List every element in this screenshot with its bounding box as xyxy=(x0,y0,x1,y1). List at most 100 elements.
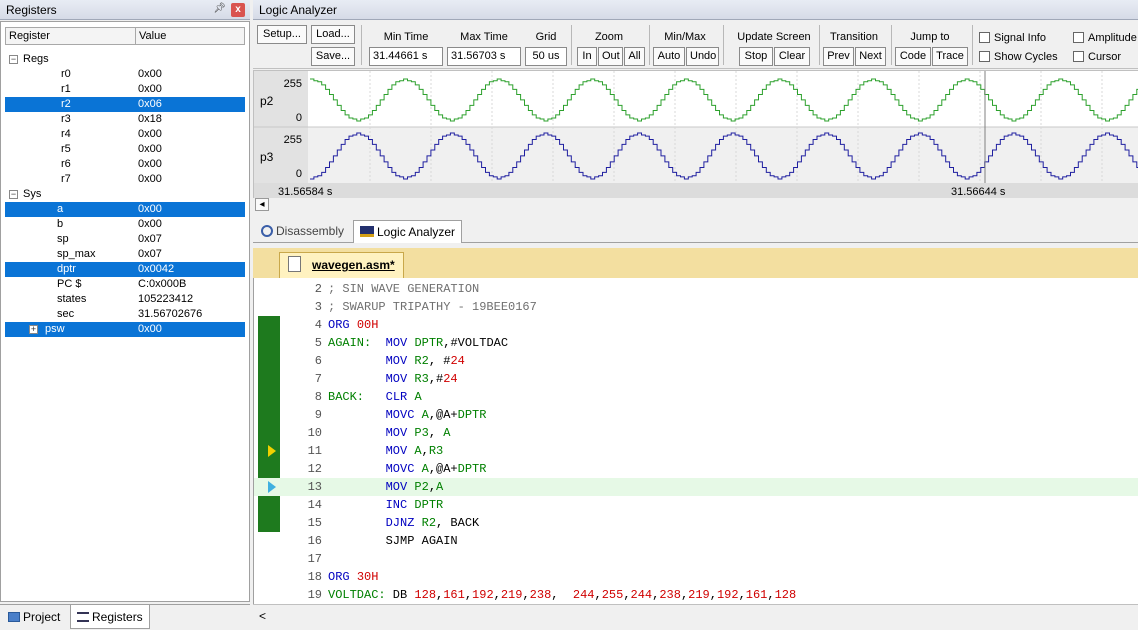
code-line[interactable]: 15 DJNZ R2, BACK xyxy=(254,514,1138,532)
code-line[interactable]: 12 MOVC A,@A+DPTR xyxy=(254,460,1138,478)
register-value[interactable]: 0x00 xyxy=(138,157,162,172)
register-value[interactable]: 0x07 xyxy=(138,232,162,247)
save-button[interactable]: Save... xyxy=(311,47,355,66)
code-text: DJNZ R2, BACK xyxy=(328,514,480,532)
prev-button[interactable]: Prev xyxy=(823,47,854,66)
amplitude-checkbox[interactable]: Amplitude xyxy=(1073,32,1137,44)
code-button[interactable]: Code xyxy=(895,47,931,66)
register-row-r4[interactable]: r4 0x00 xyxy=(5,127,245,142)
tab-registers[interactable]: Registers xyxy=(70,605,150,629)
register-row-pc[interactable]: PC $ C:0x000B xyxy=(5,277,245,292)
register-name: states xyxy=(57,293,87,305)
register-row-r0[interactable]: r0 0x00 xyxy=(5,67,245,82)
register-row-states[interactable]: states 105223412 xyxy=(5,292,245,307)
register-row-spmax[interactable]: sp_max 0x07 xyxy=(5,247,245,262)
pin-icon[interactable]: 📌︎ xyxy=(213,3,226,14)
stop-button[interactable]: Stop xyxy=(739,47,773,66)
cursor-checkbox[interactable]: Cursor xyxy=(1073,51,1121,63)
register-value[interactable]: 105223412 xyxy=(138,292,193,307)
register-row-r3[interactable]: r3 0x18 xyxy=(5,112,245,127)
file-tab-wavegen[interactable]: wavegen.asm* xyxy=(279,252,404,278)
code-line[interactable]: 9 MOVC A,@A+DPTR xyxy=(254,406,1138,424)
zoom-in-button[interactable]: In xyxy=(577,47,597,66)
register-value[interactable]: C:0x000B xyxy=(138,277,186,292)
register-row-r2[interactable]: r2 0x06 xyxy=(5,97,245,112)
separator xyxy=(649,25,650,65)
register-value[interactable]: 0x00 xyxy=(138,172,162,187)
signal-info-checkbox[interactable]: Signal Info xyxy=(979,32,1046,44)
trace-button[interactable]: Trace xyxy=(932,47,968,66)
code-line[interactable]: 17 xyxy=(254,550,1138,568)
column-register[interactable]: Register xyxy=(6,28,136,44)
editor-horizontal-scrollbar[interactable]: < xyxy=(253,604,1138,628)
setup-button[interactable]: Setup... xyxy=(257,25,307,44)
register-value[interactable]: 0x00 xyxy=(138,142,162,157)
code-line[interactable]: 2 ; SIN WAVE GENERATION xyxy=(254,280,1138,298)
register-row-r5[interactable]: r5 0x00 xyxy=(5,142,245,157)
waveform-scrollbar[interactable]: ◂ xyxy=(253,198,1138,212)
register-value[interactable]: 0x00 xyxy=(138,322,162,337)
register-value[interactable]: 31.56702676 xyxy=(138,307,202,322)
line-number: 18 xyxy=(307,570,322,584)
zoom-all-button[interactable]: All xyxy=(624,47,645,66)
register-value[interactable]: 0x00 xyxy=(138,127,162,142)
register-row-r6[interactable]: r6 0x00 xyxy=(5,157,245,172)
scroll-left-icon[interactable]: ◂ xyxy=(255,198,269,211)
collapse-icon[interactable]: − xyxy=(9,190,18,199)
code-line[interactable]: 6 MOV R2, #24 xyxy=(254,352,1138,370)
code-line[interactable]: 4 ORG 00H xyxy=(254,316,1138,334)
column-value[interactable]: Value xyxy=(136,28,242,44)
register-value[interactable]: 0x00 xyxy=(138,82,162,97)
register-value[interactable]: 0x18 xyxy=(138,112,162,127)
tab-disassembly[interactable]: Disassembly xyxy=(255,220,350,243)
waveform-canvas[interactable]: p2 255 0 p3 255 0 31.56584 s 31.56644 s xyxy=(254,71,1138,199)
register-row-sp[interactable]: sp 0x07 xyxy=(5,232,245,247)
undo-button[interactable]: Undo xyxy=(686,47,719,66)
code-line[interactable]: 14 INC DPTR xyxy=(254,496,1138,514)
register-value[interactable]: 0x00 xyxy=(138,202,162,217)
expand-icon[interactable]: + xyxy=(29,325,38,334)
tab-logic-analyzer[interactable]: Logic Analyzer xyxy=(353,220,463,243)
show-cycles-checkbox[interactable]: Show Cycles xyxy=(979,51,1058,63)
register-value[interactable]: 0x00 xyxy=(138,217,162,232)
tree-group-sys[interactable]: − Sys xyxy=(5,187,245,202)
registers-header: Register Value xyxy=(5,27,245,45)
code-token: 161 xyxy=(745,588,768,602)
clear-button[interactable]: Clear xyxy=(774,47,810,66)
waveform-area[interactable]: p2 255 0 p3 255 0 31.56584 s 31.56644 s xyxy=(253,70,1138,199)
register-value[interactable]: 0x0042 xyxy=(138,262,174,277)
register-name: psw xyxy=(45,323,65,335)
register-value[interactable]: 0x06 xyxy=(138,97,162,112)
code-line[interactable]: 5 AGAIN: MOV DPTR,#VOLTDAC xyxy=(254,334,1138,352)
code-line[interactable]: 8 BACK: CLR A xyxy=(254,388,1138,406)
code-editor[interactable]: 2 ; SIN WAVE GENERATION 3 ; SWARUP TRIPATHY… xyxy=(253,278,1138,604)
register-row-psw[interactable]: + psw 0x00 xyxy=(5,322,245,337)
register-row-r7[interactable]: r7 0x00 xyxy=(5,172,245,187)
register-value[interactable]: 0x00 xyxy=(138,67,162,82)
zoom-out-button[interactable]: Out xyxy=(598,47,623,66)
scroll-left-arrow-icon[interactable]: < xyxy=(259,609,266,623)
code-line[interactable]: 3 ; SWARUP TRIPATHY - 19BEE0167 xyxy=(254,298,1138,316)
code-line[interactable]: 11 MOV A,R3 xyxy=(254,442,1138,460)
register-row-a[interactable]: a 0x00 xyxy=(5,202,245,217)
register-row-b[interactable]: b 0x00 xyxy=(5,217,245,232)
tab-project[interactable]: Project xyxy=(2,605,66,629)
code-line[interactable]: 19 VOLTDAC: DB 128,161,192,219,238, 244,2… xyxy=(254,586,1138,604)
code-line[interactable]: 7 MOV R3,#24 xyxy=(254,370,1138,388)
register-row-sec[interactable]: sec 31.56702676 xyxy=(5,307,245,322)
close-icon[interactable]: x xyxy=(231,3,245,17)
code-line[interactable]: 16 SJMP AGAIN xyxy=(254,532,1138,550)
code-line[interactable]: 18 ORG 30H xyxy=(254,568,1138,586)
register-value[interactable]: 0x07 xyxy=(138,247,162,262)
register-row-r1[interactable]: r1 0x00 xyxy=(5,82,245,97)
tree-group-regs[interactable]: − Regs xyxy=(5,52,245,67)
register-row-dptr[interactable]: dptr 0x0042 xyxy=(5,262,245,277)
collapse-icon[interactable]: − xyxy=(9,55,18,64)
next-button[interactable]: Next xyxy=(855,47,886,66)
code-line[interactable]: 13 MOV P2,A xyxy=(254,478,1138,496)
load-button[interactable]: Load... xyxy=(311,25,355,44)
code-line[interactable]: 10 MOV P3, A xyxy=(254,424,1138,442)
auto-button[interactable]: Auto xyxy=(653,47,685,66)
